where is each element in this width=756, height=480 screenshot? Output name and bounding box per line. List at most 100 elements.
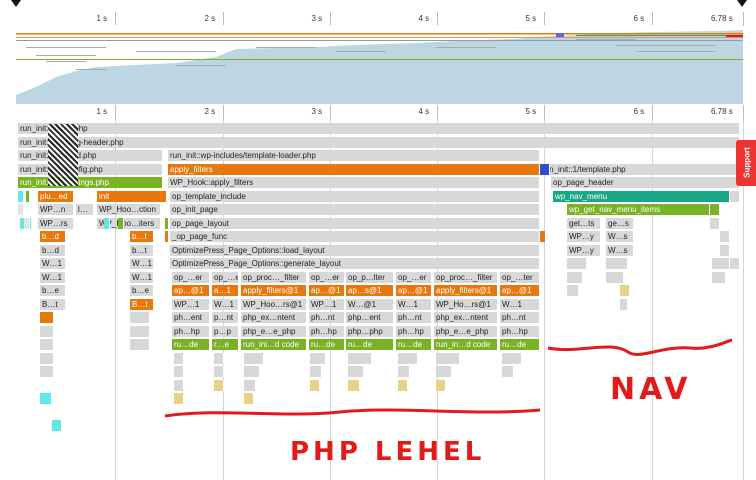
flame-frame[interactable] (348, 352, 372, 364)
flame-frame[interactable] (214, 366, 224, 377)
flame-frame[interactable]: W…1 (130, 271, 154, 283)
flame-frame[interactable] (710, 217, 720, 229)
flame-frame[interactable]: op_template_include (170, 190, 540, 202)
flame-frame[interactable] (348, 366, 364, 377)
flame-frame[interactable]: b…e (130, 285, 154, 296)
flame-frame[interactable]: op_proc…_filter (434, 271, 498, 283)
flame-frame[interactable] (214, 352, 224, 364)
flame-frame[interactable]: ru…de (396, 339, 432, 350)
flame-frame[interactable]: ph…nt (396, 312, 432, 323)
flame-frame[interactable] (40, 393, 52, 404)
flame-frame[interactable] (174, 379, 184, 391)
flame-frame[interactable]: W…@1 (346, 298, 394, 310)
flame-frame[interactable]: op_…er (396, 271, 432, 283)
flame-frame[interactable]: ph…hp (396, 325, 432, 337)
flame-frame[interactable] (436, 366, 452, 377)
range-end-marker[interactable] (737, 0, 747, 7)
flame-frame[interactable] (18, 204, 24, 215)
flame-frame[interactable]: ph…hp (309, 325, 345, 337)
flame-frame[interactable]: ph…hp (500, 325, 540, 337)
flame-frame[interactable] (40, 366, 54, 377)
flame-frame[interactable] (130, 339, 150, 350)
flame-frame[interactable]: WP…y (567, 244, 601, 256)
flame-frame[interactable] (130, 312, 150, 323)
flame-frame[interactable]: OptimizePress_Page_Options::load_layout (170, 244, 540, 256)
flame-frame[interactable]: OptimizePress_Page_Options::generate_lay… (170, 258, 540, 269)
flame-frame[interactable]: op_…er (212, 271, 239, 283)
flame-frame[interactable] (712, 258, 730, 269)
flame-frame[interactable]: plu…ed (38, 190, 74, 202)
flame-frame[interactable]: ru…de (172, 339, 210, 350)
flame-frame[interactable] (436, 352, 460, 364)
flame-frame[interactable] (244, 393, 254, 404)
flame-frame[interactable] (52, 420, 62, 431)
flame-frame[interactable]: op_…ter (500, 271, 540, 283)
flame-frame[interactable]: WP_Ho…rs@1 (434, 298, 498, 310)
flame-frame[interactable] (720, 231, 730, 242)
flame-frame[interactable]: W…1 (500, 298, 540, 310)
flame-frame[interactable] (244, 366, 260, 377)
flame-frame[interactable]: run_in…d code (434, 339, 498, 350)
flame-frame[interactable] (118, 217, 124, 229)
flame-frame[interactable]: b…d (40, 231, 66, 242)
flame-frame[interactable]: php_e…e_php (434, 325, 498, 337)
flame-frame[interactable]: run_init::/wp-load.php (18, 150, 163, 161)
flame-frame[interactable]: get…ts (567, 217, 601, 229)
flame-frame[interactable] (104, 217, 110, 229)
flame-frame[interactable] (502, 366, 514, 377)
flame-frame[interactable]: b…d (40, 244, 66, 256)
flame-frame[interactable] (606, 258, 628, 269)
flame-frame[interactable]: WP_Hoo…rs@1 (241, 298, 307, 310)
flame-frame[interactable]: ru…de (500, 339, 540, 350)
flame-frame[interactable] (720, 244, 730, 256)
flame-frame[interactable] (310, 366, 322, 377)
overview-minimap[interactable] (16, 25, 743, 104)
flame-frame[interactable]: run_init::/wp-config.php (18, 163, 163, 175)
flame-frame[interactable] (310, 352, 326, 364)
flame-frame[interactable] (165, 231, 169, 242)
flame-frame[interactable]: apply_filters@1 (434, 285, 498, 296)
flame-frame[interactable]: W…s (606, 231, 634, 242)
flame-frame[interactable]: php_ex…ntent (434, 312, 498, 323)
flame-frame[interactable]: op_p…lter (346, 271, 394, 283)
flame-frame[interactable]: php_ex…ntent (241, 312, 307, 323)
flame-frame[interactable] (620, 298, 628, 310)
flame-frame[interactable]: ph…nt (500, 312, 540, 323)
flame-frame[interactable] (710, 204, 720, 215)
flame-frame[interactable]: p…p (212, 325, 239, 337)
flame-frame[interactable]: W…1 (396, 298, 432, 310)
flame-frame[interactable]: apply_filters@1 (241, 285, 307, 296)
flame-frame[interactable]: _op_page_func (170, 231, 540, 242)
flame-frame[interactable] (730, 258, 740, 269)
flame-frame[interactable]: op_init_page (170, 204, 540, 215)
flame-frame[interactable]: run_ini…d code (241, 339, 307, 350)
flame-frame[interactable] (174, 393, 184, 404)
flame-frame[interactable]: ge…s (606, 217, 634, 229)
flame-frame[interactable]: run_init::/wp-settings.php (18, 177, 163, 188)
flame-frame[interactable] (730, 190, 740, 202)
flame-frame[interactable] (398, 366, 410, 377)
flame-frame[interactable]: WP…rs (38, 217, 74, 229)
flame-frame[interactable]: ap…@1 (309, 285, 345, 296)
flame-frame[interactable] (26, 190, 30, 202)
support-button[interactable]: Support (736, 140, 756, 186)
flame-frame[interactable]: ru…de (309, 339, 345, 350)
flame-frame[interactable]: W…s (606, 244, 634, 256)
flame-frame[interactable]: apply_filters (168, 163, 540, 175)
flame-frame[interactable]: WP…1 (309, 298, 345, 310)
flame-frame[interactable]: ph…ent (172, 312, 210, 323)
flame-frame[interactable]: wp_get_nav_menu_items (567, 204, 710, 215)
flame-frame[interactable] (244, 352, 264, 364)
flame-frame[interactable]: b…e (40, 285, 66, 296)
flame-frame[interactable] (24, 217, 30, 229)
flame-frame[interactable]: p…nt (212, 312, 239, 323)
flame-frame[interactable] (244, 379, 256, 391)
flame-frame[interactable]: run_init::/wp-blog-header.php (18, 136, 740, 148)
flame-frame[interactable]: op_page_layout (170, 217, 540, 229)
flame-frame[interactable] (540, 163, 550, 175)
range-start-marker[interactable] (11, 0, 21, 7)
flame-frame[interactable]: op_…er (172, 271, 210, 283)
flame-frame[interactable]: op_…er (309, 271, 345, 283)
flame-frame[interactable]: WP…y (567, 231, 601, 242)
flame-frame[interactable]: php_e…e_php (241, 325, 307, 337)
